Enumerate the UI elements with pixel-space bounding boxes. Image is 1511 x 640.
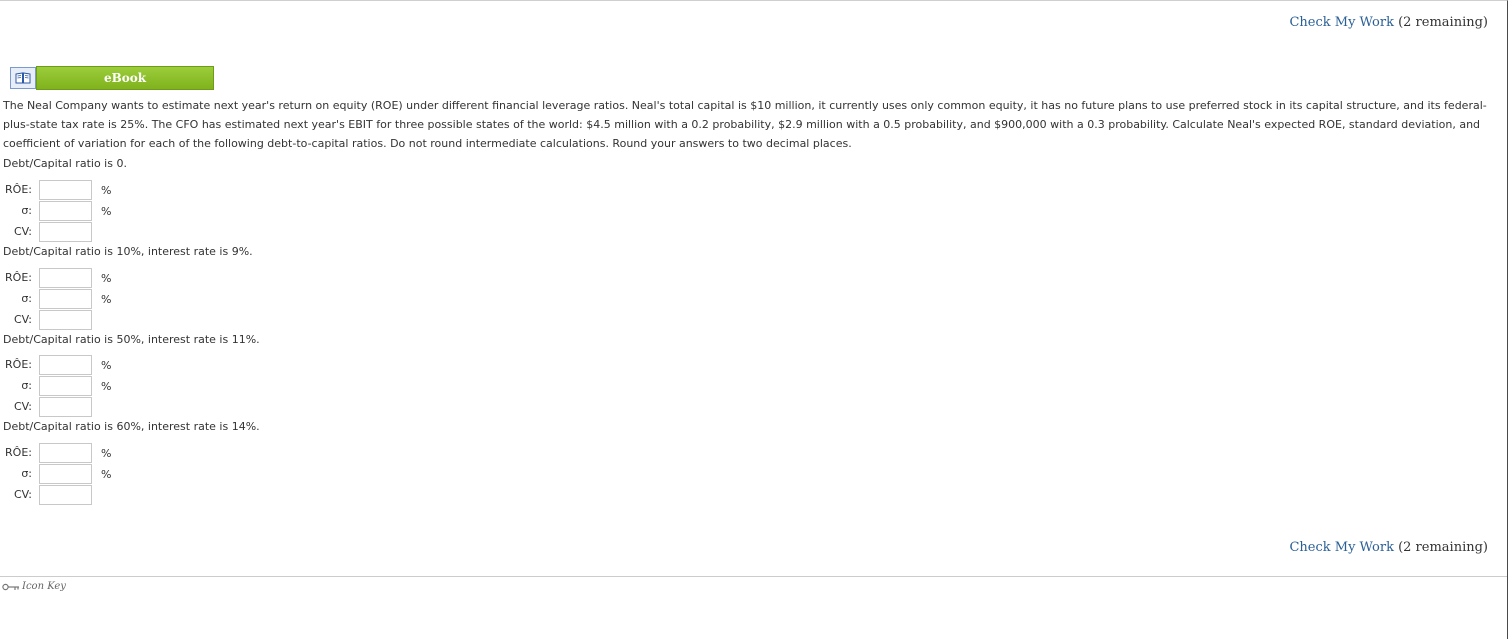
roe-label: RÔE:: [5, 358, 32, 371]
check-remaining-text: (2 remaining): [1393, 540, 1488, 555]
check-remaining-text: (2 remaining): [1393, 15, 1488, 30]
cv-label: CV:: [13, 488, 32, 501]
section-label: Debt/Capital ratio is 50%, interest rate…: [3, 333, 260, 346]
cv-input[interactable]: [39, 485, 92, 505]
check-my-work-link[interactable]: Check My Work: [1289, 540, 1394, 555]
sigma-input[interactable]: [39, 464, 92, 484]
percent-unit: %: [101, 272, 112, 285]
question-text: The Neal Company wants to estimate next …: [3, 99, 1487, 150]
check-my-work-link[interactable]: Check My Work: [1289, 15, 1394, 30]
check-my-work-bottom: Check My Work (2 remaining): [1289, 540, 1488, 555]
percent-unit: %: [101, 468, 112, 481]
roe-label: RÔE:: [5, 271, 32, 284]
percent-unit: %: [101, 447, 112, 460]
key-icon: [2, 583, 19, 590]
percent-unit: %: [101, 380, 112, 393]
roe-label: RÔE:: [5, 183, 32, 196]
roe-input[interactable]: [39, 355, 92, 375]
sigma-input[interactable]: [39, 289, 92, 309]
cv-label: CV:: [13, 225, 32, 238]
section-label: Debt/Capital ratio is 60%, interest rate…: [3, 420, 260, 433]
sigma-label: σ:: [21, 379, 32, 392]
sigma-label: σ:: [21, 292, 32, 305]
percent-unit: %: [101, 293, 112, 306]
book-icon: [10, 67, 36, 89]
sigma-input[interactable]: [39, 201, 92, 221]
cv-label: CV:: [13, 400, 32, 413]
ebook-label: eBook: [36, 66, 214, 90]
cv-input[interactable]: [39, 397, 92, 417]
sigma-label: σ:: [21, 204, 32, 217]
footer-divider: [0, 576, 1507, 577]
section-label: Debt/Capital ratio is 0.: [3, 157, 127, 170]
percent-unit: %: [101, 184, 112, 197]
roe-input[interactable]: [39, 443, 92, 463]
cv-input[interactable]: [39, 222, 92, 242]
icon-key-link[interactable]: Icon Key: [2, 581, 66, 592]
icon-key-label: Icon Key: [22, 581, 66, 592]
section-label: Debt/Capital ratio is 10%, interest rate…: [3, 245, 253, 258]
check-my-work-top: Check My Work (2 remaining): [1289, 15, 1488, 30]
ebook-button[interactable]: eBook: [10, 66, 214, 90]
cv-input[interactable]: [39, 310, 92, 330]
roe-input[interactable]: [39, 180, 92, 200]
percent-unit: %: [101, 359, 112, 372]
roe-input[interactable]: [39, 268, 92, 288]
sigma-input[interactable]: [39, 376, 92, 396]
sigma-label: σ:: [21, 467, 32, 480]
cv-label: CV:: [13, 313, 32, 326]
percent-unit: %: [101, 205, 112, 218]
roe-label: RÔE:: [5, 446, 32, 459]
